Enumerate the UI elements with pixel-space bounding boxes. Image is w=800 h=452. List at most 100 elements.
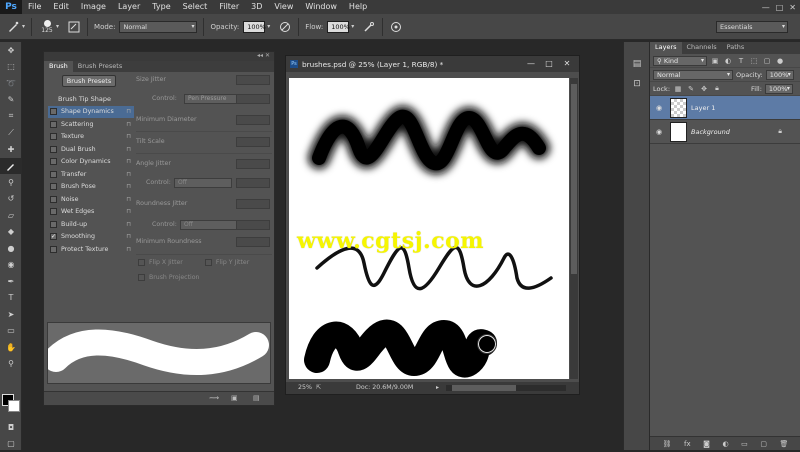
- tilt-scale-field[interactable]: [236, 137, 270, 147]
- checkbox-icon[interactable]: [50, 183, 57, 191]
- menu-filter[interactable]: Filter: [213, 0, 245, 14]
- path-selection-tool-icon[interactable]: ➤: [0, 306, 22, 323]
- pen-tool-icon[interactable]: ✒: [0, 273, 22, 290]
- tab-brush-presets[interactable]: Brush Presets: [73, 61, 127, 72]
- lock-icon[interactable]: ⊓: [126, 108, 131, 115]
- checkbox-icon[interactable]: [50, 208, 57, 216]
- filter-smart-object-icon[interactable]: ▢: [762, 57, 772, 65]
- minimize-button[interactable]: —: [762, 3, 770, 12]
- eraser-tool-icon[interactable]: ▱: [0, 207, 22, 224]
- horizontal-scrollbar[interactable]: [446, 385, 566, 391]
- panel-titlebar[interactable]: ◂◂ ✕: [44, 52, 274, 61]
- checkbox-icon[interactable]: [50, 133, 57, 141]
- brush-setting-item[interactable]: Scattering ⊓: [48, 118, 134, 131]
- angle-jitter-field[interactable]: [236, 159, 270, 169]
- opacity-input[interactable]: 100%: [243, 20, 266, 33]
- size-control-select[interactable]: Pen Pressure: [184, 94, 242, 104]
- lock-icon[interactable]: ⊓: [126, 183, 131, 190]
- create-new-brush-icon[interactable]: ▤: [253, 394, 260, 402]
- checkbox-icon[interactable]: [50, 220, 57, 228]
- lock-icon[interactable]: ⊓: [126, 233, 131, 240]
- menu-type[interactable]: Type: [146, 0, 176, 14]
- menu-window[interactable]: Window: [299, 0, 343, 14]
- horizontal-scrollbar-thumb[interactable]: [452, 385, 516, 391]
- lock-icon[interactable]: ⊓: [126, 221, 131, 228]
- zoom-options-icon[interactable]: ⇱: [316, 382, 321, 394]
- lock-image-icon[interactable]: ✎: [686, 85, 696, 93]
- blur-tool-icon[interactable]: ●: [0, 240, 22, 257]
- quick-select-tool-icon[interactable]: ✎: [0, 92, 22, 109]
- paint-bucket-tool-icon[interactable]: ◆: [0, 224, 22, 241]
- brush-setting-item[interactable]: Color Dynamics ⊓: [48, 156, 134, 169]
- checkbox-icon[interactable]: [50, 145, 57, 153]
- pressure-opacity-icon[interactable]: [278, 20, 292, 34]
- size-control-field[interactable]: [236, 94, 270, 104]
- history-panel-icon[interactable]: ▤: [624, 54, 650, 74]
- tab-brush[interactable]: Brush: [44, 61, 73, 72]
- hand-tool-icon[interactable]: ✋: [0, 339, 22, 356]
- lock-icon[interactable]: ⊓: [126, 133, 131, 140]
- eyedropper-tool-icon[interactable]: ⟋: [0, 125, 22, 142]
- size-jitter-field[interactable]: [236, 75, 270, 85]
- fill-input[interactable]: 100%: [764, 83, 793, 94]
- vertical-scrollbar[interactable]: [570, 78, 578, 379]
- crop-tool-icon[interactable]: ⌗: [0, 108, 22, 125]
- brush-projection-checkbox[interactable]: Brush Projection: [136, 274, 272, 281]
- open-preset-manager-icon[interactable]: ▣: [231, 394, 238, 402]
- min-diameter-field[interactable]: [236, 115, 270, 125]
- zoom-tool-icon[interactable]: ⚲: [0, 356, 22, 373]
- healing-brush-tool-icon[interactable]: ✚: [0, 141, 22, 158]
- workspace-select[interactable]: Essentials: [716, 21, 788, 33]
- screen-mode-icon[interactable]: ▢: [0, 435, 22, 452]
- lock-icon[interactable]: ⊓: [126, 158, 131, 165]
- checkbox-icon[interactable]: [50, 245, 57, 253]
- checkbox-icon[interactable]: [50, 170, 57, 178]
- brush-setting-item[interactable]: Texture ⊓: [48, 131, 134, 144]
- brush-preset-picker[interactable]: 125: [38, 19, 56, 34]
- brush-presets-button[interactable]: Brush Presets: [62, 75, 116, 87]
- filter-adjustment-icon[interactable]: ◐: [723, 57, 733, 65]
- roundness-control-select[interactable]: Off: [180, 220, 238, 230]
- visibility-eye-icon[interactable]: ◉: [650, 104, 668, 112]
- zoom-level[interactable]: 25%: [298, 382, 312, 394]
- quick-mask-icon[interactable]: ◘: [0, 419, 22, 436]
- tool-preset-arrow-icon[interactable]: ▾: [22, 23, 25, 30]
- lasso-tool-icon[interactable]: ➰: [0, 75, 22, 92]
- brush-tool-icon[interactable]: [6, 20, 20, 34]
- airbrush-icon[interactable]: [362, 20, 376, 34]
- filter-pixel-icon[interactable]: ▣: [710, 57, 720, 65]
- brush-tool-icon[interactable]: [0, 157, 22, 174]
- toggle-hard-bristle-preview-icon[interactable]: ⟿: [209, 394, 219, 402]
- tab-paths[interactable]: Paths: [722, 42, 750, 54]
- clone-stamp-tool-icon[interactable]: ⚲: [0, 174, 22, 191]
- shape-tool-icon[interactable]: ▭: [0, 323, 22, 340]
- doc-close-button[interactable]: ✕: [559, 58, 575, 70]
- menu-file[interactable]: File: [22, 0, 47, 14]
- brush-setting-item[interactable]: Dual Brush ⊓: [48, 143, 134, 156]
- menu-view[interactable]: View: [268, 0, 299, 14]
- roundness-jitter-field[interactable]: [236, 199, 270, 209]
- lock-icon[interactable]: ⊓: [126, 121, 131, 128]
- checkbox-icon[interactable]: ✓: [50, 233, 57, 241]
- lock-icon[interactable]: ⊓: [126, 146, 131, 153]
- background-color[interactable]: [8, 400, 20, 412]
- menu-layer[interactable]: Layer: [112, 0, 146, 14]
- lock-all-icon[interactable]: 🔒︎: [712, 84, 722, 93]
- tab-channels[interactable]: Channels: [682, 42, 722, 54]
- checkbox-icon[interactable]: [50, 108, 57, 116]
- tab-layers[interactable]: Layers: [650, 42, 682, 54]
- doc-minimize-button[interactable]: —: [523, 58, 539, 70]
- adjustment-layer-icon[interactable]: ◐: [722, 440, 728, 448]
- maximize-button[interactable]: □: [776, 3, 784, 12]
- menu-3d[interactable]: 3D: [245, 0, 268, 14]
- brush-setting-item[interactable]: Protect Texture ⊓: [48, 243, 134, 256]
- layer-row[interactable]: ◉ Layer 1: [650, 96, 800, 120]
- angle-control-field[interactable]: [236, 178, 270, 188]
- angle-control-select[interactable]: Off: [174, 178, 232, 188]
- brush-picker-arrow-icon[interactable]: ▾: [56, 23, 59, 30]
- filter-shape-icon[interactable]: ⬚: [749, 57, 759, 65]
- brush-setting-item[interactable]: Transfer ⊓: [48, 168, 134, 181]
- add-mask-icon[interactable]: ◙: [703, 440, 710, 448]
- status-menu-arrow-icon[interactable]: ▸: [436, 382, 439, 394]
- move-tool-icon[interactable]: ✥: [0, 42, 22, 59]
